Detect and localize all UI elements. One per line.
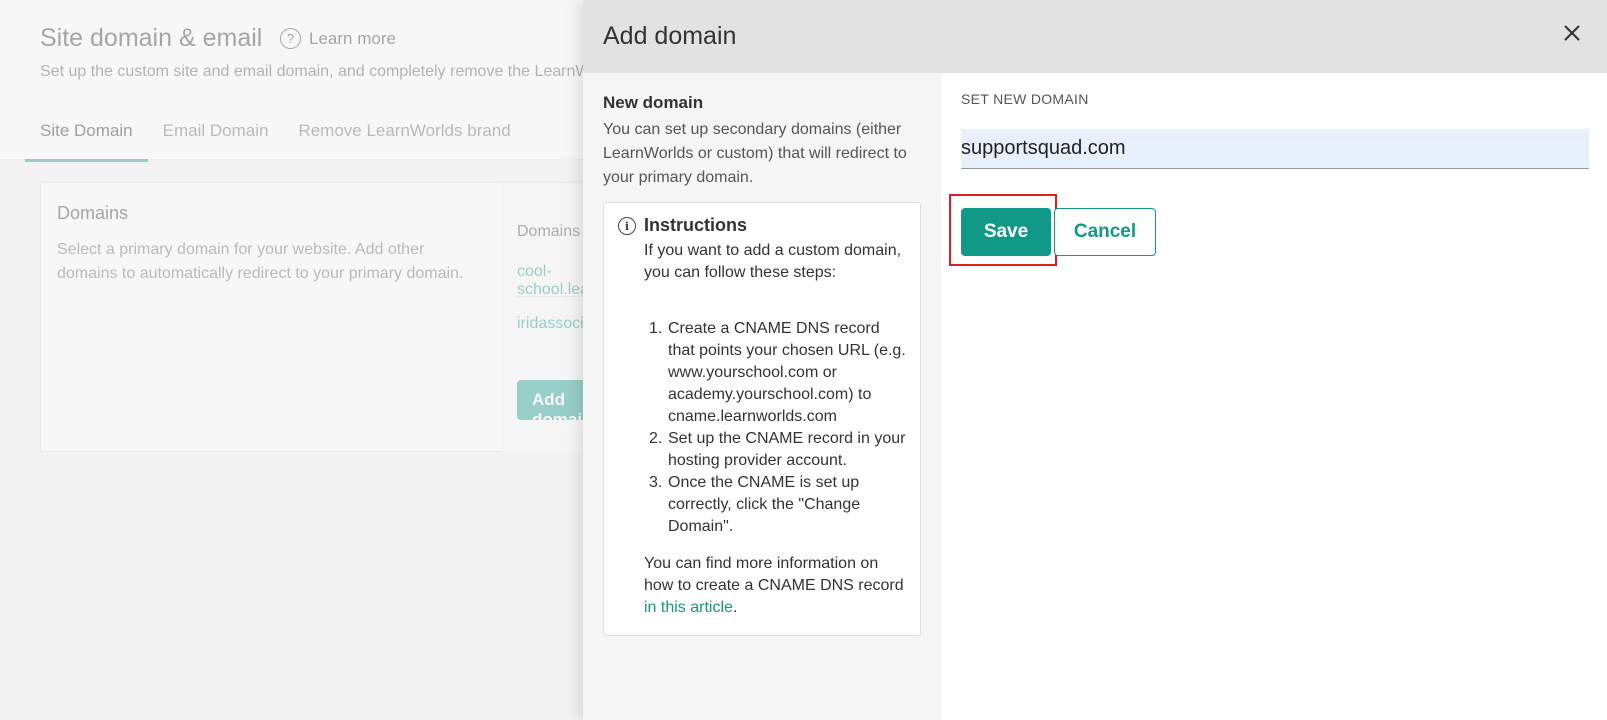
step-number: 3. bbox=[649, 474, 663, 491]
learn-more-label: Learn more bbox=[309, 28, 396, 48]
modal-info-panel: New domain You can set up secondary doma… bbox=[583, 73, 941, 720]
domains-column-header: Domains bbox=[517, 223, 581, 240]
page-subtitle: Set up the custom site and email domain,… bbox=[40, 63, 671, 80]
new-domain-title: New domain bbox=[603, 93, 704, 112]
instructions-footer: You can find more information on how to … bbox=[644, 553, 906, 619]
close-icon[interactable] bbox=[1561, 22, 1583, 44]
modal-title: Add domain bbox=[603, 22, 737, 50]
add-domain-modal: Add domain New domain You can set up sec… bbox=[583, 0, 1607, 720]
step-number: 1. bbox=[649, 320, 663, 337]
step-text: Once the CNAME is set up correctly, clic… bbox=[668, 474, 861, 535]
step-number: 2. bbox=[649, 430, 663, 447]
info-icon: i bbox=[618, 217, 636, 235]
instructions-steps: 1. Create a CNAME DNS record that points … bbox=[644, 318, 910, 538]
tab-email-domain[interactable]: Email Domain bbox=[148, 116, 284, 162]
instructions-box: i Instructions If you want to add a cust… bbox=[603, 202, 921, 636]
domains-card-title: Domains bbox=[57, 203, 129, 223]
instruction-step: 1. Create a CNAME DNS record that points … bbox=[644, 318, 910, 428]
set-new-domain-label: SET NEW DOMAIN bbox=[961, 91, 1089, 107]
tab-remove-brand[interactable]: Remove LearnWorlds brand bbox=[283, 116, 525, 162]
step-text: Set up the CNAME record in your hosting … bbox=[668, 430, 906, 469]
domains-card-description: Select a primary domain for your website… bbox=[57, 241, 464, 282]
domain-input[interactable] bbox=[961, 129, 1589, 169]
tab-bar: Site Domain Email Domain Remove LearnWor… bbox=[25, 116, 526, 162]
tab-site-domain[interactable]: Site Domain bbox=[25, 116, 148, 162]
save-button[interactable]: Save bbox=[961, 208, 1051, 256]
learn-more-link[interactable]: ? Learn more bbox=[280, 28, 396, 49]
article-link[interactable]: in this article bbox=[644, 599, 733, 616]
help-icon: ? bbox=[280, 28, 301, 49]
page-title: Site domain & email bbox=[40, 24, 263, 52]
instructions-title: Instructions bbox=[644, 215, 748, 235]
footer-end: . bbox=[732, 599, 738, 616]
instruction-step: 2. Set up the CNAME record in your hostin… bbox=[644, 428, 910, 472]
instruction-step: 3. Once the CNAME is set up correctly, cl… bbox=[644, 472, 910, 538]
cancel-button[interactable]: Cancel bbox=[1054, 208, 1156, 256]
step-text: Create a CNAME DNS record that points yo… bbox=[668, 320, 906, 425]
modal-header: Add domain bbox=[583, 0, 1607, 73]
new-domain-description: You can set up secondary domains (either… bbox=[603, 121, 907, 186]
instructions-intro: If you want to add a custom domain, you … bbox=[644, 242, 902, 281]
modal-form-panel: SET NEW DOMAIN Save Cancel bbox=[941, 73, 1607, 720]
footer-text: You can find more information on how to … bbox=[644, 555, 904, 594]
domains-card: Domains Select a primary domain for your… bbox=[40, 182, 684, 453]
